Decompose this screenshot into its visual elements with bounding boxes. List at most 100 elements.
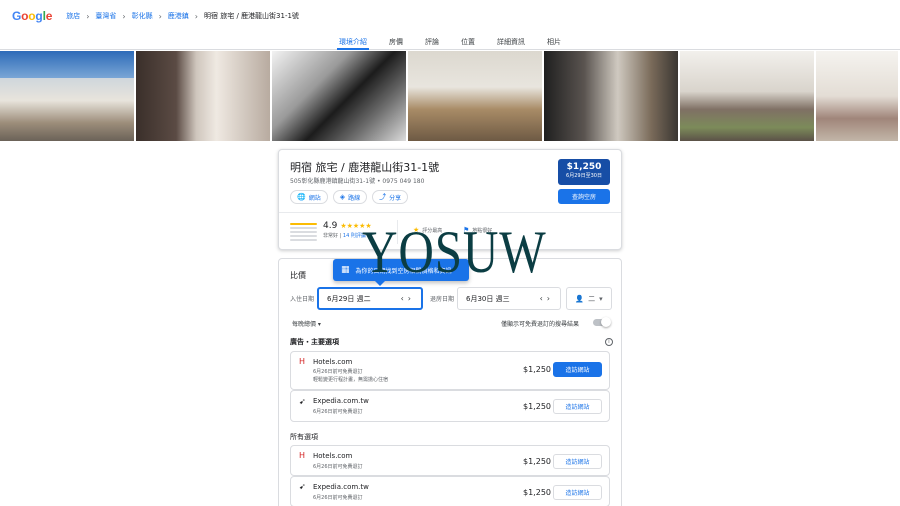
price-dates: 6月29日至30日: [566, 173, 602, 179]
share-label: 分享: [389, 194, 402, 202]
checkin-date-field[interactable]: 6月29日 週二 ‹›: [317, 287, 423, 310]
date-stepper-icon[interactable]: ‹›: [540, 294, 554, 303]
offer-price: $1,250: [523, 457, 551, 466]
offer-price: $1,250: [523, 402, 551, 411]
watermark-text: YOSUW: [362, 219, 547, 285]
price-comparison-panel: 比價 ▦ 為你的日期找到空房相關價格和資訊 入住日期 6月29日 週二 ‹› 退房…: [278, 258, 622, 506]
caret-down-icon: ▾: [599, 294, 603, 303]
hotels-logo-icon: H: [299, 451, 306, 460]
sponsored-label: 廣告・主要選項: [290, 338, 339, 346]
divider: [279, 212, 621, 213]
offer-row[interactable]: H Hotels.com 6月26日前可免費退訂 輕鬆變更行程計畫，無需擔心住宿…: [290, 351, 610, 390]
offer-price: $1,250: [523, 488, 551, 497]
expedia-logo-icon: ➹: [299, 482, 306, 491]
tab-details[interactable]: 詳細資訊: [497, 32, 525, 50]
breadcrumb-county[interactable]: 彰化縣: [132, 11, 153, 21]
checkout-value: 6月30日 週三: [466, 294, 510, 303]
share-icon: ⤴: [379, 193, 387, 201]
offer-note: 輕鬆變更行程計畫，無需擔心住宿: [313, 377, 389, 383]
offer-note: 6月26日前可免費退訂: [313, 409, 363, 415]
tab-prices[interactable]: 房價: [389, 32, 403, 50]
date-stepper-icon[interactable]: ‹›: [401, 294, 415, 303]
rating-bar: [290, 239, 317, 241]
chevron-right-icon: ›: [86, 11, 90, 21]
photo-lounge[interactable]: [680, 51, 814, 141]
checkout-date-field[interactable]: 6月30日 週三 ‹›: [457, 287, 561, 310]
checkin-value: 6月29日 週二: [327, 294, 371, 303]
photo-interior-bw[interactable]: [272, 51, 406, 141]
visit-site-button[interactable]: 造訪網站: [553, 399, 602, 414]
expedia-logo-icon: ➹: [299, 397, 306, 406]
share-button[interactable]: ⤴ 分享: [372, 190, 409, 204]
top-bar: Google 旅店 › 臺灣省 › 彰化縣 › 鹿港鎮 › 明宿 旅宅 / 鹿港…: [0, 0, 900, 32]
rating-bar: [290, 223, 317, 225]
guests-value: 二: [588, 294, 596, 303]
price-summary[interactable]: $1,250 6月29日至30日: [558, 159, 610, 185]
rating-bars: [290, 221, 317, 241]
hotel-address: 505彰化縣鹿港鎮龍山街31-1號 • 0975 049 180: [290, 178, 425, 185]
offer-name: Expedia.com.tw: [313, 397, 369, 405]
offer-row[interactable]: H Hotels.com 6月26日前可免費退訂 $1,250 造訪網站: [290, 445, 610, 476]
offer-note: 6月26日前可免費退訂: [313, 369, 363, 375]
visit-site-button[interactable]: 造訪網站: [553, 485, 602, 500]
hotel-actions: 🌐 網站 ◈ 路線 ⤴ 分享: [290, 190, 409, 204]
offer-row[interactable]: ➹ Expedia.com.tw 6月26日前可免費退訂 $1,250 造訪網站: [290, 390, 610, 422]
nightly-total-dropdown[interactable]: 每晚總價 ▾: [292, 319, 321, 328]
breadcrumb-hotels[interactable]: 旅店: [66, 11, 80, 21]
rating-label: 非常好: [323, 233, 339, 239]
visit-site-button[interactable]: 造訪網站: [553, 454, 602, 469]
google-logo[interactable]: Google: [12, 9, 52, 23]
offer-name: Expedia.com.tw: [313, 483, 369, 491]
section-tabs: 環境介紹 房價 評論 位置 詳細資訊 相片: [0, 32, 900, 50]
directions-icon: ◈: [339, 193, 346, 201]
offer-note: 6月26日前可免費退訂: [313, 464, 363, 470]
photo-room[interactable]: [408, 51, 542, 141]
person-icon: 👤: [575, 294, 585, 303]
info-icon[interactable]: i: [605, 338, 613, 346]
breadcrumb-province[interactable]: 臺灣省: [95, 11, 116, 21]
offer-price: $1,250: [523, 365, 551, 374]
rating-number: 4.9: [323, 221, 338, 231]
hotels-logo-icon: H: [299, 357, 306, 366]
photo-hallway[interactable]: [816, 51, 898, 141]
photo-exterior[interactable]: [0, 51, 134, 141]
directions-label: 路線: [348, 194, 361, 202]
photo-bedroom[interactable]: [136, 51, 270, 141]
rating-summary: 4.9 ★★★★★ 非常好 | 14 則評論: [290, 221, 372, 241]
rating-bar: [290, 231, 317, 233]
price-value: $1,250: [566, 162, 602, 172]
website-button[interactable]: 🌐 網站: [290, 190, 328, 204]
offer-name: Hotels.com: [313, 358, 353, 366]
chevron-right-icon: ›: [194, 11, 198, 21]
breadcrumb-town[interactable]: 鹿港鎮: [168, 11, 189, 21]
calendar-icon: ▦: [341, 265, 350, 275]
tab-reviews[interactable]: 評論: [425, 32, 439, 50]
guests-selector[interactable]: 👤 二 ▾: [566, 287, 612, 310]
hotel-name: 明宿 旅宅 / 鹿港龍山街31-1號: [290, 161, 440, 174]
photo-strip: [0, 51, 900, 141]
nightly-label: 每晚總價: [292, 321, 317, 328]
tab-photos[interactable]: 相片: [547, 32, 561, 50]
chevron-right-icon: ›: [158, 11, 162, 21]
rating-bar: [290, 227, 317, 229]
breadcrumb-current: 明宿 旅宅 / 鹿港龍山街31-1號: [204, 12, 299, 20]
tab-location[interactable]: 位置: [461, 32, 475, 50]
offer-name: Hotels.com: [313, 452, 353, 460]
check-availability-button[interactable]: 查詢空房: [558, 189, 610, 204]
free-cancel-toggle[interactable]: [593, 317, 611, 327]
tab-overview[interactable]: 環境介紹: [337, 32, 369, 50]
globe-icon: 🌐: [297, 193, 306, 201]
offer-note: 6月26日前可免費退訂: [313, 495, 363, 501]
free-cancel-label: 僅顯示可免費退訂的搜尋結果: [501, 321, 580, 328]
panel-title: 比價: [290, 271, 306, 280]
offer-row[interactable]: ➹ Expedia.com.tw 6月26日前可免費退訂 $1,250 造訪網站: [290, 476, 610, 506]
rating-bar: [290, 235, 317, 237]
all-options-heading: 所有選項: [290, 433, 318, 441]
website-label: 網站: [308, 194, 321, 202]
checkout-label: 退房日期: [430, 296, 455, 303]
checkin-label: 入住日期: [290, 296, 315, 303]
directions-button[interactable]: ◈ 路線: [332, 190, 368, 204]
visit-site-button[interactable]: 造訪網站: [553, 362, 602, 377]
photo-living-room[interactable]: [544, 51, 678, 141]
sponsored-heading: 廣告・主要選項: [290, 337, 339, 347]
